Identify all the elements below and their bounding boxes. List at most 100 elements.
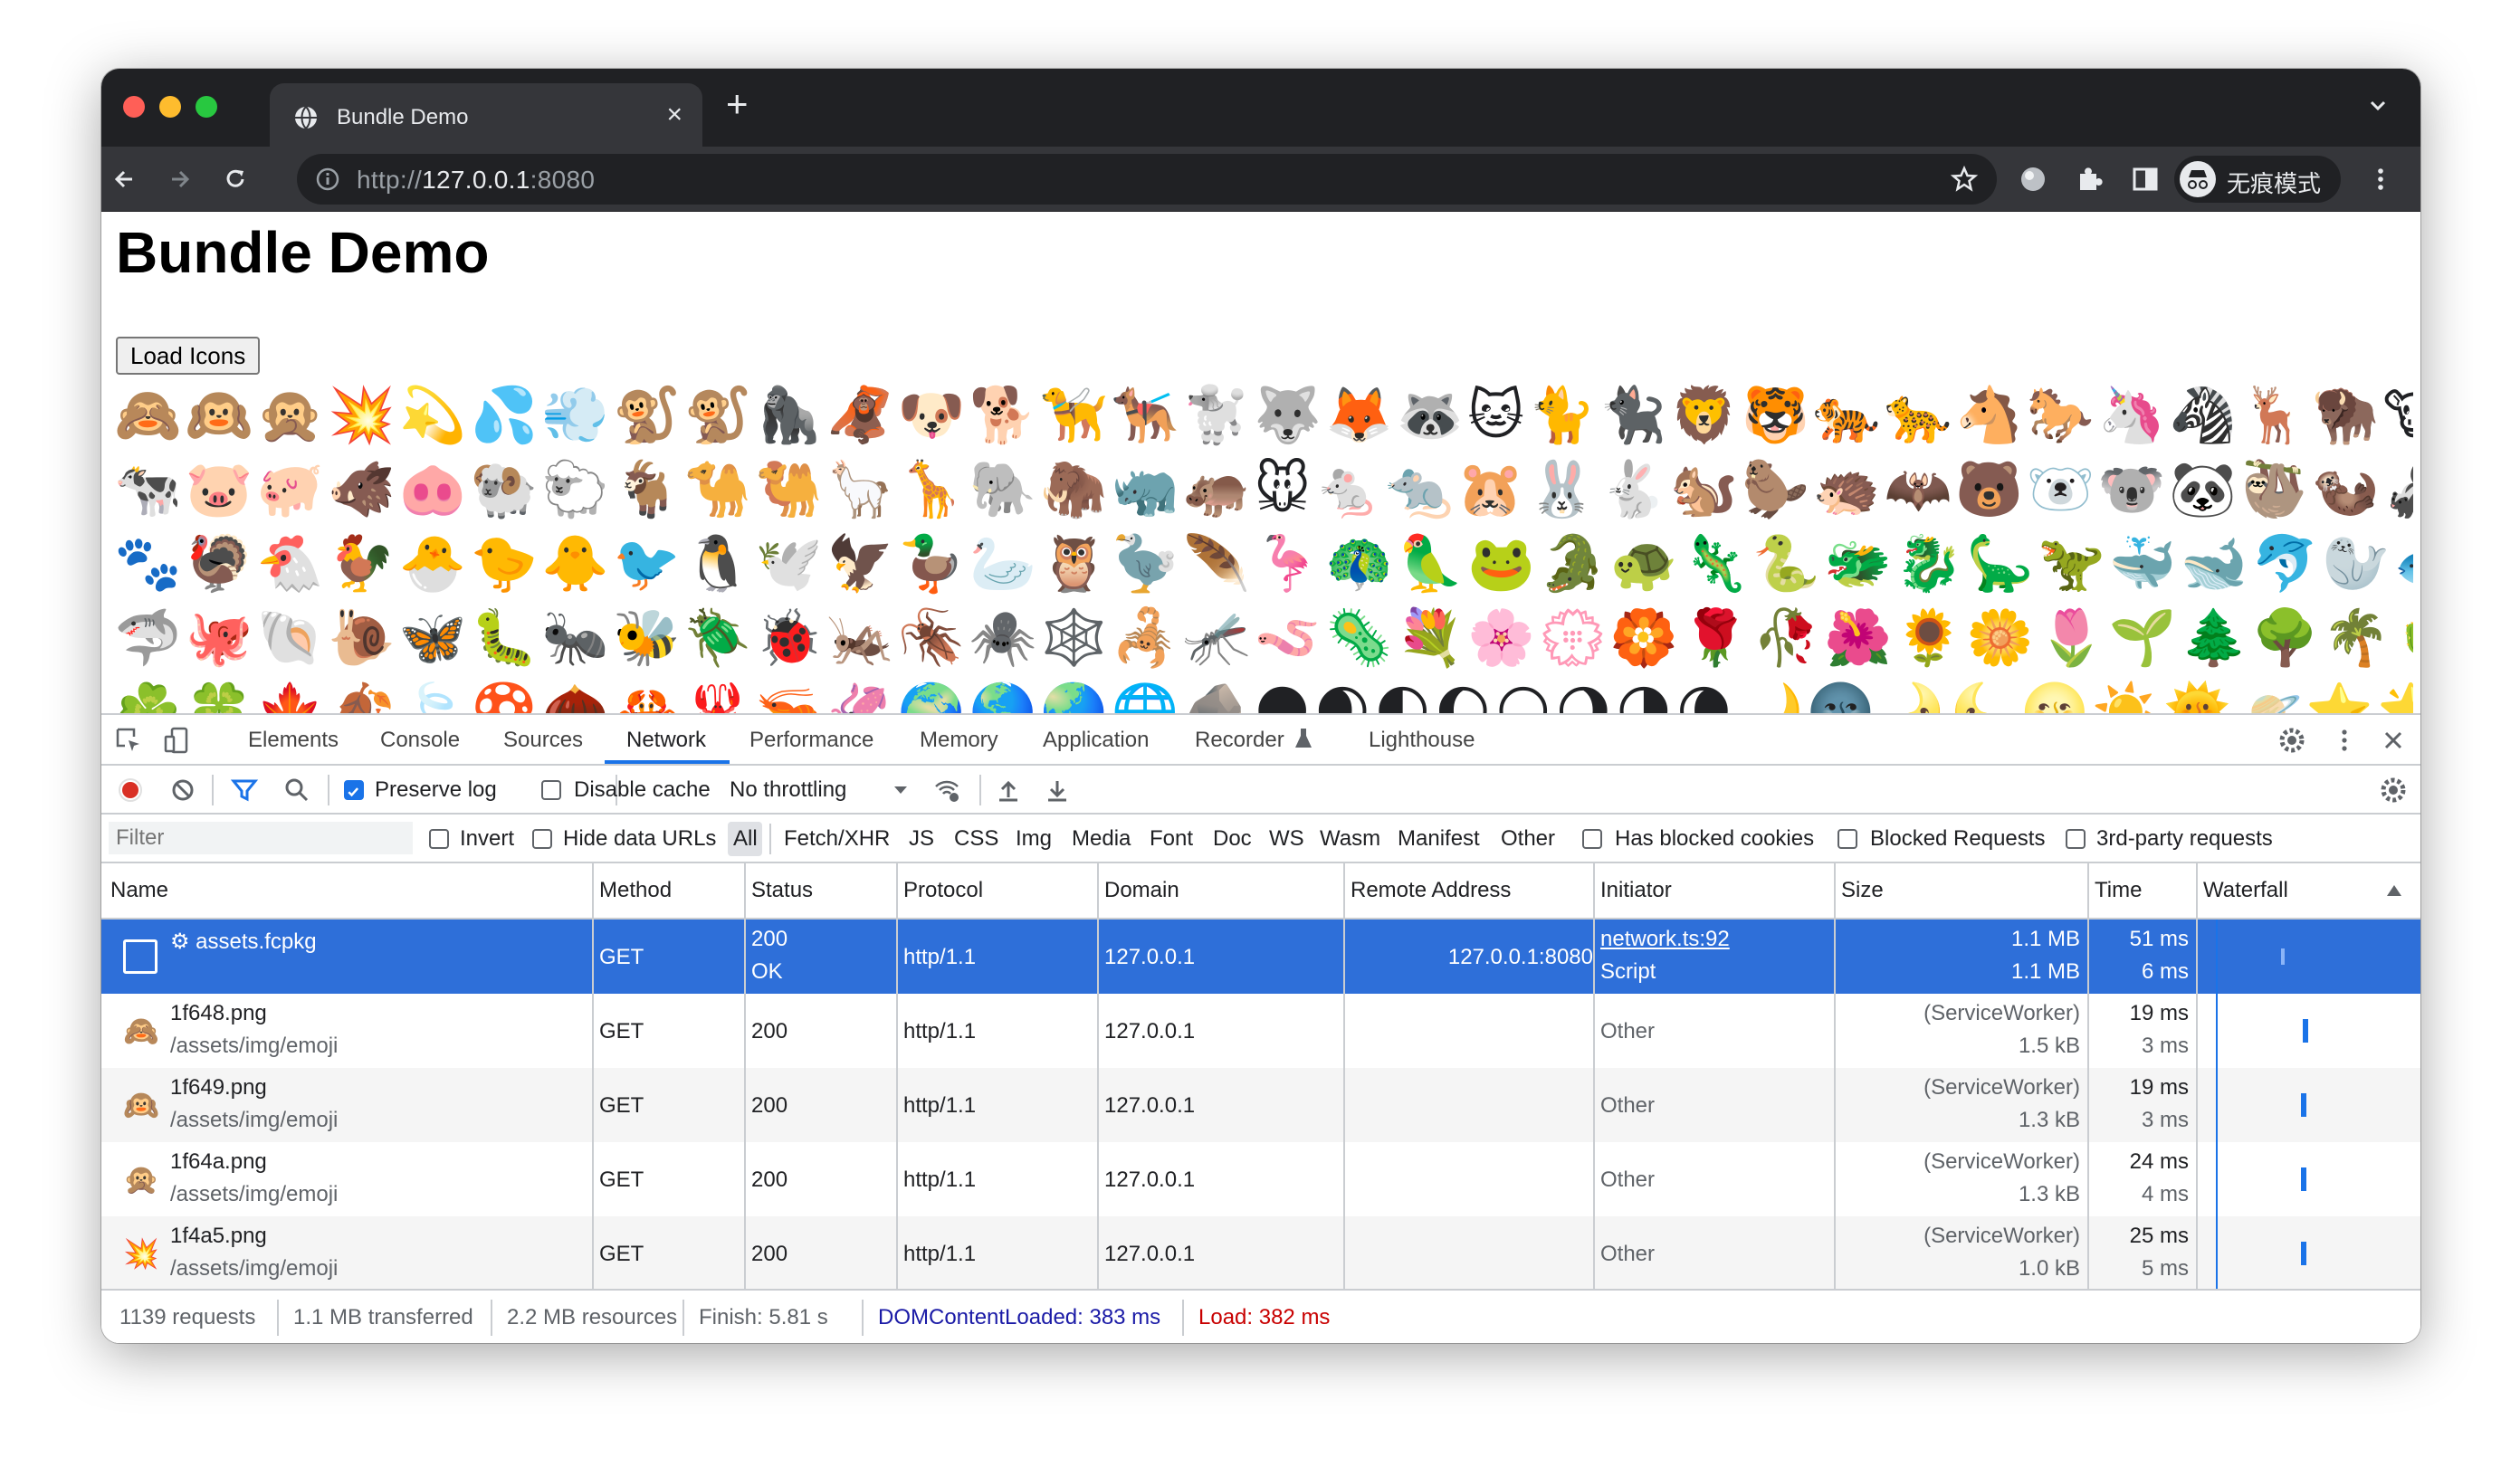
finish-time: Finish: 5.81 s	[699, 1305, 828, 1329]
tab-network[interactable]: Network	[626, 728, 706, 753]
initiator-link[interactable]: network.ts:92	[1600, 927, 1730, 952]
request-protocol: http/1.1	[903, 945, 977, 969]
type-filter-img[interactable]: Img	[1016, 826, 1052, 852]
network-summary-bar: 1139 requests 1.1 MB transferred 2.2 MB …	[101, 1289, 2420, 1343]
import-har-icon[interactable]	[994, 776, 1023, 805]
forward-arrow-icon[interactable]	[163, 163, 196, 195]
extension-ball-icon[interactable]	[2017, 163, 2049, 195]
type-filter-doc[interactable]: Doc	[1213, 826, 1252, 852]
column-method[interactable]: Method	[599, 878, 672, 903]
request-path: /assets/img/emoji	[170, 1182, 339, 1206]
request-size: (ServiceWorker)	[1923, 1224, 2080, 1248]
side-panel-icon[interactable]	[2129, 163, 2162, 195]
table-row[interactable]: ⚙ assets.fcpkg GET 200 OK http/1.1 127.0…	[101, 920, 2420, 994]
request-latency: 3 ms	[2141, 1108, 2189, 1132]
tab-sources[interactable]: Sources	[503, 728, 583, 753]
load-icons-button[interactable]: Load Icons	[116, 337, 261, 375]
tab-search-chevron-icon[interactable]	[2364, 92, 2391, 119]
more-options-icon[interactable]	[2330, 726, 2359, 755]
throttling-select[interactable]: No throttling	[730, 777, 846, 803]
tab-recorder[interactable]: Recorder	[1195, 728, 1284, 753]
tab-lighthouse[interactable]: Lighthouse	[1369, 728, 1475, 753]
site-info-icon[interactable]	[315, 167, 340, 192]
request-count: 1139 requests	[119, 1305, 256, 1329]
profile-label: 无痕模式	[2227, 170, 2322, 197]
minimize-window-button[interactable]	[159, 96, 181, 118]
disable-cache-checkbox[interactable]	[541, 780, 561, 800]
third-party-checkbox[interactable]	[2066, 829, 2086, 849]
request-resource-size: 1.3 kB	[2018, 1108, 2080, 1132]
tab-memory[interactable]: Memory	[920, 728, 998, 753]
browser-window: Bundle Demo × + http://127.0.0.1:8080 无痕…	[101, 69, 2420, 1343]
type-filter-ws[interactable]: WS	[1269, 826, 1304, 852]
extensions-puzzle-icon[interactable]	[2073, 163, 2105, 195]
network-conditions-icon[interactable]	[932, 776, 961, 805]
close-window-button[interactable]	[123, 96, 145, 118]
request-time: 19 ms	[2129, 1001, 2189, 1025]
column-initiator[interactable]: Initiator	[1600, 878, 1672, 903]
load-time: Load: 382 ms	[1198, 1305, 1331, 1329]
table-row[interactable]: 🙈 1f648.png /assets/img/emoji GET 200 ht…	[101, 994, 2420, 1068]
browser-tab[interactable]: Bundle Demo ×	[270, 83, 702, 147]
search-icon[interactable]	[282, 776, 311, 805]
column-waterfall[interactable]: Waterfall	[2203, 878, 2288, 903]
back-arrow-icon[interactable]	[109, 163, 141, 195]
export-har-icon[interactable]	[1043, 776, 1072, 805]
column-remote-address[interactable]: Remote Address	[1351, 878, 1511, 903]
column-size[interactable]: Size	[1841, 878, 1884, 903]
type-filter-font[interactable]: Font	[1150, 826, 1193, 852]
request-method: GET	[599, 1242, 644, 1266]
settings-gear-icon[interactable]	[2277, 726, 2306, 755]
table-row[interactable]: 🙉 1f649.png /assets/img/emoji GET 200 ht…	[101, 1068, 2420, 1142]
sort-ascending-icon[interactable]	[2386, 883, 2402, 898]
type-filter-media[interactable]: Media	[1072, 826, 1131, 852]
preserve-log-checkbox[interactable]	[344, 780, 364, 800]
table-row[interactable]: 🙊 1f64a.png /assets/img/emoji GET 200 ht…	[101, 1142, 2420, 1216]
tab-application[interactable]: Application	[1043, 728, 1149, 753]
zoom-window-button[interactable]	[196, 96, 217, 118]
address-bar[interactable]: http://127.0.0.1:8080	[297, 154, 1997, 205]
clear-icon[interactable]	[168, 776, 197, 805]
tab-console[interactable]: Console	[380, 728, 460, 753]
has-blocked-cookies-checkbox[interactable]	[1582, 829, 1602, 849]
device-toolbar-icon[interactable]	[163, 726, 192, 755]
column-name[interactable]: Name	[110, 878, 168, 903]
throttling-dropdown-icon[interactable]	[891, 780, 911, 800]
type-filter-css[interactable]: CSS	[954, 826, 998, 852]
column-status[interactable]: Status	[751, 878, 813, 903]
invert-checkbox[interactable]	[429, 829, 449, 849]
request-status-text: OK	[751, 959, 783, 984]
blocked-requests-checkbox[interactable]	[1838, 829, 1857, 849]
bookmark-star-icon[interactable]	[1950, 165, 1979, 194]
request-name: 1f4a5.png	[170, 1224, 267, 1248]
request-method: GET	[599, 1019, 644, 1043]
tab-strip: Bundle Demo × +	[101, 69, 2420, 147]
new-tab-button[interactable]: +	[726, 85, 749, 123]
filter-input[interactable]	[109, 822, 413, 854]
type-filter-manifest[interactable]: Manifest	[1398, 826, 1480, 852]
tab-performance[interactable]: Performance	[749, 728, 873, 753]
column-protocol[interactable]: Protocol	[903, 878, 983, 903]
initiator-type: Script	[1600, 959, 1656, 984]
close-devtools-icon[interactable]	[2379, 726, 2408, 755]
type-filter-wasm[interactable]: Wasm	[1320, 826, 1380, 852]
filter-funnel-icon[interactable]	[230, 776, 259, 805]
tab-elements[interactable]: Elements	[248, 728, 339, 753]
type-filter-all[interactable]: All	[733, 826, 758, 852]
hide-data-urls-checkbox[interactable]	[532, 829, 552, 849]
table-row[interactable]: 💥 1f4a5.png /assets/img/emoji GET 200 ht…	[101, 1216, 2420, 1289]
column-time[interactable]: Time	[2095, 878, 2142, 903]
record-icon[interactable]	[116, 776, 145, 805]
column-domain[interactable]: Domain	[1104, 878, 1179, 903]
type-filter-other[interactable]: Other	[1501, 826, 1555, 852]
reload-icon[interactable]	[219, 163, 252, 195]
type-filter-js[interactable]: JS	[909, 826, 934, 852]
speak-no-evil-monkey-icon: 🙊	[123, 1163, 159, 1196]
incognito-profile-button[interactable]: 无痕模式	[2174, 156, 2341, 203]
inspect-element-icon[interactable]	[114, 726, 143, 755]
request-name: ⚙ assets.fcpkg	[170, 929, 317, 954]
type-filter-fetch-xhr[interactable]: Fetch/XHR	[784, 826, 890, 852]
network-settings-gear-icon[interactable]	[2379, 776, 2408, 805]
tab-close-icon[interactable]: ×	[666, 100, 682, 130]
menu-kebab-icon[interactable]	[2364, 163, 2397, 195]
